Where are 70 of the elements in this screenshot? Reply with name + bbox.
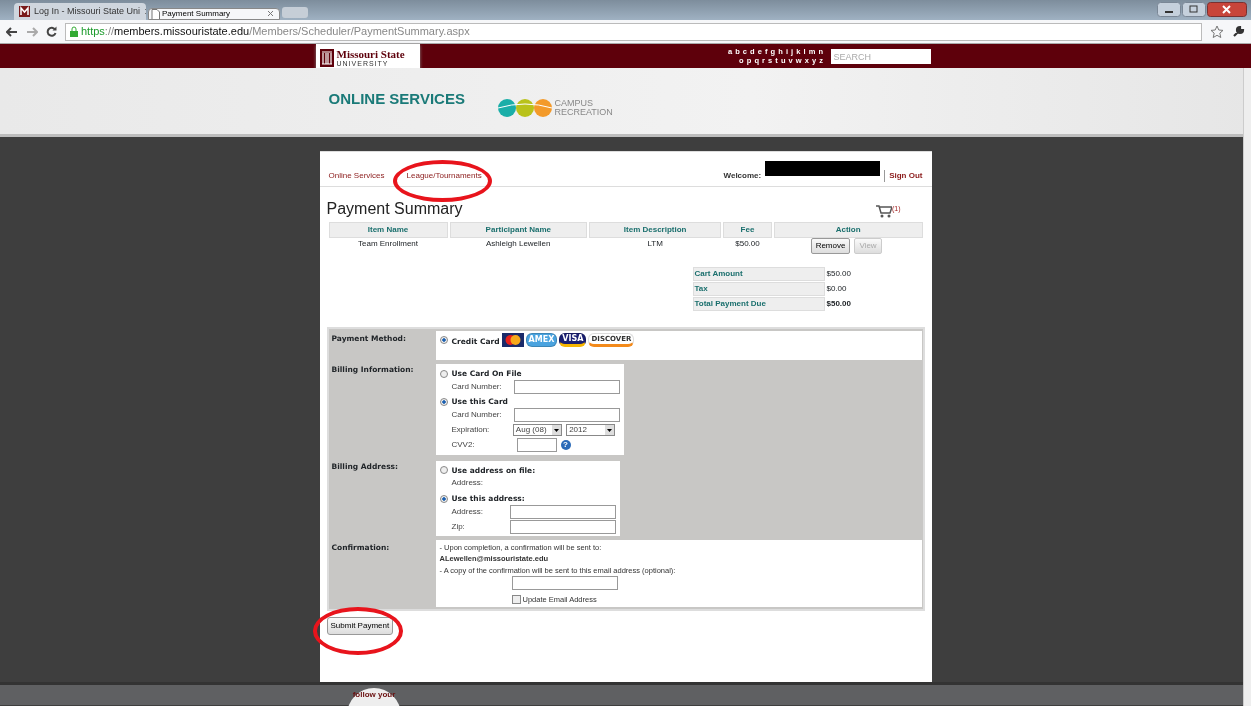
field-label: Address: xyxy=(451,477,485,490)
url-text: https://members.missouristate.edu/Members/Scheduler/PaymentSummary.aspx xyxy=(81,24,470,40)
letter-m-icon xyxy=(19,6,30,17)
email-input[interactable] xyxy=(511,575,618,590)
minimize-icon[interactable] xyxy=(1157,2,1181,17)
amex-logo: AMEX xyxy=(525,333,558,348)
sign-out-link[interactable]: Sign Out xyxy=(884,170,923,182)
field-label: Card Number: xyxy=(451,380,503,393)
welcome-label: Welcome: xyxy=(723,170,762,182)
help-icon[interactable]: ? xyxy=(560,440,571,451)
field-label: Expiration: xyxy=(451,424,491,437)
star-icon[interactable] xyxy=(1210,24,1224,39)
three-circles-icon xyxy=(497,98,552,118)
checkbox[interactable] xyxy=(511,595,521,605)
breadcrumb-link[interactable]: League/Tournaments xyxy=(406,170,482,182)
tab-title: Log In - Missouri State Uni xyxy=(34,4,141,18)
wrench-icon[interactable] xyxy=(1232,25,1245,38)
input-field[interactable] xyxy=(516,438,557,453)
browser-tab[interactable]: Log In - Missouri State Uni xyxy=(14,3,146,20)
column-header: Item Description xyxy=(589,222,722,239)
total-value: $50.00 xyxy=(825,268,852,281)
column-header: Fee xyxy=(723,222,772,239)
input-field[interactable] xyxy=(513,408,620,423)
total-label: Total Payment Due xyxy=(692,297,825,312)
partner-logo-text: RECREATION xyxy=(554,108,613,117)
submit-button[interactable]: Submit Payment xyxy=(326,617,394,636)
page-heading: ONLINE SERVICES xyxy=(328,89,465,109)
partner-logo-text: CAMPUS xyxy=(554,99,594,108)
reload-icon[interactable] xyxy=(46,26,57,37)
page-title: Payment Summary xyxy=(326,199,463,219)
table-cell-text: Team Enrollment xyxy=(357,238,419,251)
dropdown[interactable]: Aug (08) xyxy=(512,424,563,437)
field-label: CVV2: xyxy=(451,439,476,452)
padlock-icon xyxy=(70,26,78,37)
input-field[interactable] xyxy=(513,379,620,394)
cart-icon[interactable] xyxy=(875,204,892,219)
total-value: $0.00 xyxy=(825,283,848,296)
radio-button[interactable] xyxy=(439,398,448,407)
table-cell-text: LTM xyxy=(646,238,664,251)
back-arrow-icon[interactable] xyxy=(6,26,18,37)
table-cell-text: Ashleigh Lewellen xyxy=(485,238,552,251)
browser-tab[interactable]: Payment Summary xyxy=(148,8,280,20)
mastercard-logo xyxy=(501,333,524,348)
radio-button[interactable] xyxy=(439,466,448,475)
dropdown[interactable]: 2012 xyxy=(566,424,616,437)
scrollbar[interactable] xyxy=(1243,68,1251,706)
visa-logo: VISA xyxy=(559,333,587,348)
column-header: Participant Name xyxy=(449,222,588,239)
column-header: Action xyxy=(773,222,923,239)
field-label: Zip: xyxy=(451,520,466,533)
radio-button[interactable] xyxy=(439,494,448,503)
input-field[interactable] xyxy=(509,504,616,519)
field-label: Address: xyxy=(451,505,485,518)
total-label: Tax xyxy=(692,282,825,297)
action-button[interactable]: Remove xyxy=(810,238,851,255)
column-header: Item Name xyxy=(328,222,448,239)
logo-text: Missouri State xyxy=(336,48,405,60)
radio-button[interactable] xyxy=(439,336,448,345)
total-label: Cart Amount xyxy=(692,267,825,282)
table-cell-text: $50.00 xyxy=(734,238,761,251)
forward-arrow-icon[interactable] xyxy=(26,26,38,37)
breadcrumb-link[interactable]: Online Services xyxy=(328,170,385,182)
total-value: $50.00 xyxy=(825,298,852,311)
field-label: Card Number: xyxy=(451,409,503,422)
building-icon xyxy=(319,49,334,67)
tab-title: Payment Summary xyxy=(162,9,231,19)
address-bar[interactable]: https://members.missouristate.edu/Members/Scheduler/PaymentSummary.aspx xyxy=(65,22,1202,41)
radio-button[interactable] xyxy=(439,369,448,378)
search-field[interactable]: SEARCH xyxy=(830,49,931,64)
input-field[interactable] xyxy=(509,519,616,534)
